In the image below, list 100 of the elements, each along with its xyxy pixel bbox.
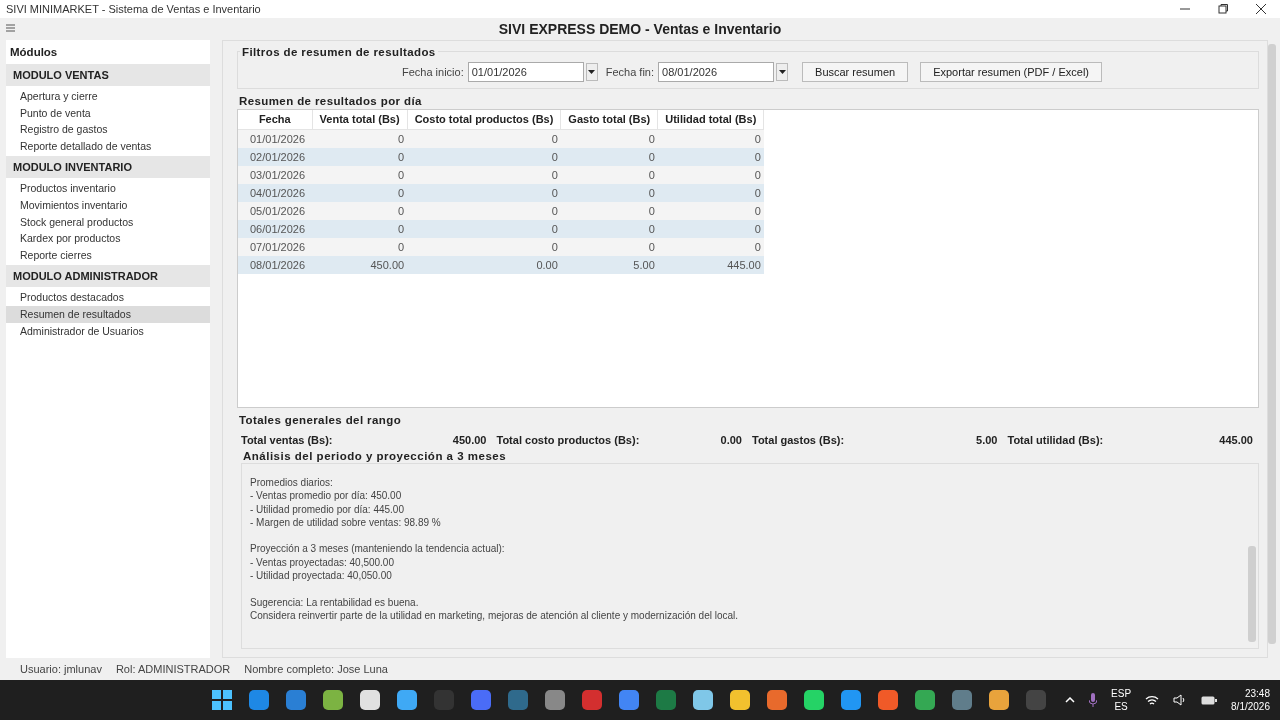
total-value: 0.00 <box>720 434 742 446</box>
search-button[interactable]: Buscar resumen <box>802 62 909 82</box>
app-icon[interactable] <box>988 689 1010 711</box>
table-cell: 0 <box>657 220 764 238</box>
table-cell: 0 <box>560 184 658 202</box>
table-cell: 02/01/2026 <box>238 148 313 166</box>
column-header[interactable]: Gasto total (Bs) <box>560 110 658 130</box>
app-icon[interactable] <box>840 689 862 711</box>
wifi-icon[interactable] <box>1145 694 1160 706</box>
app-icon[interactable] <box>396 689 418 711</box>
table-cell: 0 <box>657 184 764 202</box>
table-cell: 08/01/2026 <box>238 256 313 274</box>
table-cell: 0 <box>560 166 658 184</box>
export-button[interactable]: Exportar resumen (PDF / Excel) <box>920 62 1102 82</box>
sidebar-item[interactable]: Punto de venta <box>6 104 210 122</box>
table-cell: 0 <box>407 202 561 220</box>
table-cell: 07/01/2026 <box>238 238 313 256</box>
sidebar-item[interactable]: Kardex por productos <box>6 230 210 247</box>
analysis-paragraph: Proyección a 3 meses (manteniendo la tendencia actual): - Ventas proyectadas: 40,500.00 - Utilidad proyectada: 40,050.00 <box>250 542 506 583</box>
table-cell: 0 <box>312 202 408 220</box>
table-cell: 0 <box>657 166 764 184</box>
app-icon[interactable] <box>729 689 751 711</box>
sidebar-item[interactable]: Stock general productos <box>6 213 210 231</box>
field-label: Fecha inicio: <box>401 66 464 78</box>
scrollbar-thumb[interactable] <box>1248 546 1256 642</box>
sidebar-title: Módulos <box>9 46 59 60</box>
status-text: Nombre completo: Jose Luna <box>244 663 388 675</box>
table-cell: 04/01/2026 <box>238 184 313 202</box>
sidebar-item[interactable]: Reporte detallado de ventas <box>6 137 210 155</box>
section-header: MODULO VENTAS <box>6 64 210 86</box>
battery-icon[interactable] <box>1201 695 1218 705</box>
sidebar-item[interactable]: Reporte cierres <box>6 246 210 264</box>
table-cell: 0 <box>407 238 561 256</box>
total-value: 445.00 <box>1219 434 1253 446</box>
table-cell: 05/01/2026 <box>238 202 313 220</box>
total-label: Total costo productos (Bs): <box>496 434 640 446</box>
section-header: MODULO ADMINISTRADOR <box>6 265 210 288</box>
language-indicator[interactable]: ESP ES <box>1111 687 1132 713</box>
table-cell: 0 <box>407 184 561 202</box>
date-field[interactable]: 08/01/2026 <box>658 62 775 82</box>
table-cell: 445.00 <box>657 256 764 274</box>
table-cell: 450.00 <box>312 256 408 274</box>
chevron-up-icon[interactable] <box>1065 697 1076 703</box>
maximize-icon[interactable] <box>1218 4 1228 14</box>
sidebar-item[interactable]: Administrador de Usuarios <box>6 322 210 340</box>
sidebar-item[interactable]: Registro de gastos <box>6 121 210 138</box>
analysis-paragraph: Sugerencia: La rentabilidad es buena. Considera reinvertir parte de la utilidad en marketing, mejoras de atención al cliente y modernización del local. <box>250 595 740 623</box>
total-value: 450.00 <box>452 434 487 446</box>
caret-icon <box>778 70 786 74</box>
total-label: Total ventas (Bs): <box>241 434 333 446</box>
field-label: Fecha fin: <box>605 66 655 78</box>
sidebar-item[interactable]: Movimientos inventario <box>6 196 210 214</box>
table-cell: 03/01/2026 <box>238 166 313 184</box>
app-icon[interactable] <box>914 689 936 711</box>
app-icon[interactable] <box>359 689 381 711</box>
microphone-icon[interactable] <box>1089 693 1098 707</box>
table-cell: 0 <box>560 148 658 166</box>
table-cell: 06/01/2026 <box>238 220 313 238</box>
table-cell: 0.00 <box>407 256 561 274</box>
sidebar-item[interactable]: Productos destacados <box>6 289 210 306</box>
table-cell: 0 <box>312 166 408 184</box>
sidebar-item[interactable]: Apertura y cierre <box>6 88 210 105</box>
dropdown-button[interactable] <box>585 63 598 81</box>
table-cell: 0 <box>407 166 561 184</box>
app-icon[interactable] <box>803 689 825 711</box>
date-field[interactable]: 01/01/2026 <box>467 62 584 82</box>
status-text: Rol: ADMINISTRADOR <box>115 663 231 675</box>
table-cell: 0 <box>560 202 658 220</box>
app-icon[interactable] <box>692 689 714 711</box>
table-cell: 0 <box>657 238 764 256</box>
table-cell: 0 <box>312 148 408 166</box>
status-text: Usuario: jmlunav <box>20 663 102 675</box>
app-icon[interactable] <box>766 689 788 711</box>
table-cell: 0 <box>560 220 658 238</box>
table-cell: 0 <box>312 220 408 238</box>
start-icon[interactable] <box>211 689 233 711</box>
group-title: Totales generales del rango <box>239 414 402 426</box>
column-header[interactable]: Fecha <box>238 110 313 130</box>
caret-icon <box>588 70 596 74</box>
column-header[interactable]: Utilidad total (Bs) <box>657 110 764 130</box>
app-icon[interactable] <box>322 689 344 711</box>
scrollbar-thumb[interactable] <box>1268 44 1276 644</box>
sidebar-item[interactable]: Resumen de resultados <box>6 305 210 323</box>
dropdown-button[interactable] <box>776 63 789 81</box>
column-header[interactable]: Costo total productos (Bs) <box>407 110 561 130</box>
sidebar-item[interactable]: Productos inventario <box>6 180 210 197</box>
total-label: Total utilidad (Bs): <box>1007 434 1104 446</box>
group-title: Filtros de resumen de resultados <box>240 46 438 58</box>
group-title: Resumen de resultados por día <box>239 95 422 107</box>
clock[interactable]: 23:48 8/1/2026 <box>1231 687 1270 713</box>
window-title: SIVI MINIMARKET - Sistema de Ventas e Inventario <box>6 3 261 15</box>
table-cell: 0 <box>657 148 764 166</box>
close-icon[interactable] <box>1256 4 1266 14</box>
table-cell: 0 <box>312 184 408 202</box>
section-header: MODULO INVENTARIO <box>6 156 210 179</box>
table-cell: 0 <box>407 220 561 238</box>
total-value: 5.00 <box>976 434 998 446</box>
table-cell: 0 <box>657 202 764 220</box>
column-header[interactable]: Venta total (Bs) <box>312 110 408 130</box>
app-heading: SIVI EXPRESS DEMO - Ventas e Inventario <box>498 21 782 37</box>
